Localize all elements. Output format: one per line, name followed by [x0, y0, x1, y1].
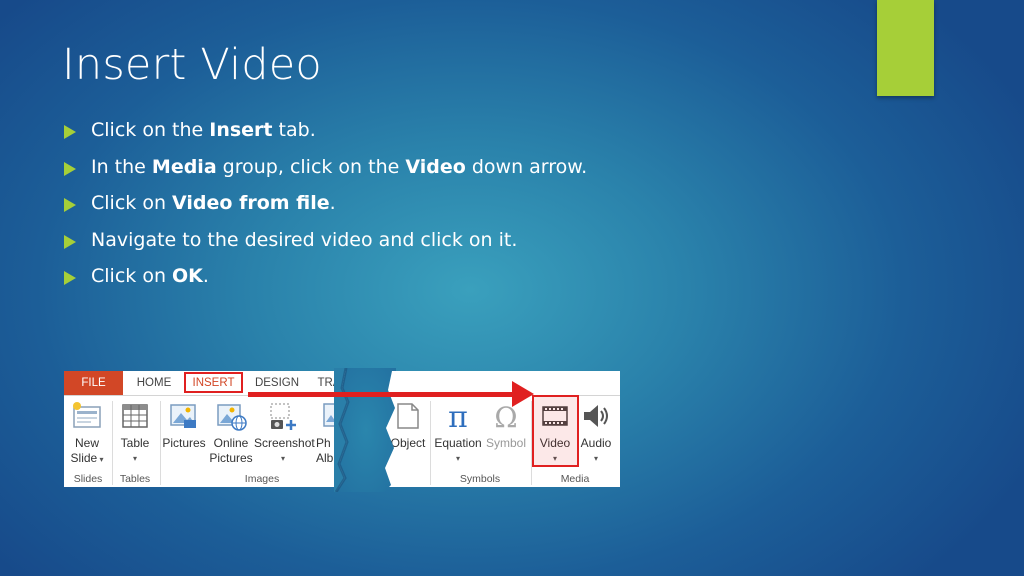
new-slide-label-2: Slide ▾: [70, 451, 104, 465]
bullet-text: Click on Video from file.: [91, 192, 336, 214]
online-pictures-button[interactable]: Online Pictures: [209, 400, 253, 466]
pi-icon: π: [442, 400, 474, 435]
table-icon: [119, 400, 151, 432]
svg-text:π: π: [448, 400, 468, 432]
new-slide-label-1: New: [74, 436, 99, 450]
screenshot-label: Screenshot: [254, 436, 315, 450]
table-label: Table: [120, 436, 150, 450]
object-icon: [392, 400, 424, 432]
pointer-arrow-icon: [512, 381, 534, 407]
group-label-tables: Tables: [119, 473, 151, 485]
slide-title: Insert Video: [62, 40, 322, 90]
torn-edge: [334, 368, 396, 492]
pictures-button[interactable]: Pictures: [162, 400, 206, 451]
insert-tab-highlight: [184, 372, 243, 393]
bullet-arrow-icon: [64, 161, 76, 176]
bullet-arrow-icon: [64, 271, 76, 285]
pictures-icon: [168, 400, 200, 432]
bullet-text: Click on the Insert tab.: [91, 119, 316, 141]
new-slide-button[interactable]: New Slide ▾: [70, 400, 104, 467]
tab-home[interactable]: HOME: [126, 371, 182, 395]
group-label-media: Media: [560, 473, 590, 485]
chevron-down-icon: ▾: [132, 454, 137, 463]
bullet-arrow-icon: [64, 198, 76, 212]
accent-bar: [877, 0, 934, 96]
equation-label: Equation: [434, 436, 482, 450]
online-pictures-label-1: Online: [213, 436, 249, 450]
group-separator: [112, 401, 113, 485]
pictures-label: Pictures: [162, 436, 206, 450]
new-slide-icon: [71, 400, 103, 432]
table-button[interactable]: Table ▾: [116, 400, 154, 466]
symbol-button[interactable]: Ω Symbol: [484, 400, 528, 451]
screenshot-icon: [267, 400, 299, 432]
group-label-slides: Slides: [73, 473, 103, 485]
online-pictures-label-2: Pictures: [209, 451, 253, 465]
chevron-down-icon: ▾: [593, 454, 598, 463]
equation-button[interactable]: π Equation ▾: [432, 400, 484, 466]
chevron-down-icon: ▾: [280, 454, 285, 463]
group-label-symbols: Symbols: [459, 473, 501, 485]
tab-file[interactable]: FILE: [64, 371, 123, 395]
screenshot-button[interactable]: Screenshot ▾: [254, 400, 315, 466]
group-separator: [160, 401, 161, 485]
bullet-text: In the Media group, click on the Video d…: [91, 155, 588, 178]
audio-label: Audio: [580, 436, 612, 450]
group-separator: [430, 401, 431, 485]
bullet-text: Navigate to the desired video and click …: [91, 228, 518, 251]
bullet-arrow-icon: [64, 125, 76, 139]
chevron-down-icon: ▾: [455, 454, 460, 463]
video-button-highlight: [532, 395, 579, 467]
bullet-arrow-icon: [64, 234, 76, 249]
bullet-text: Click on OK.: [91, 265, 209, 287]
online-pictures-icon: [215, 400, 247, 432]
group-label-images: Images: [244, 473, 280, 485]
pointer-arrow-line: [248, 392, 518, 397]
audio-button[interactable]: Audio ▾: [576, 400, 616, 466]
symbol-label: Symbol: [485, 436, 526, 450]
speaker-icon: [580, 400, 612, 432]
